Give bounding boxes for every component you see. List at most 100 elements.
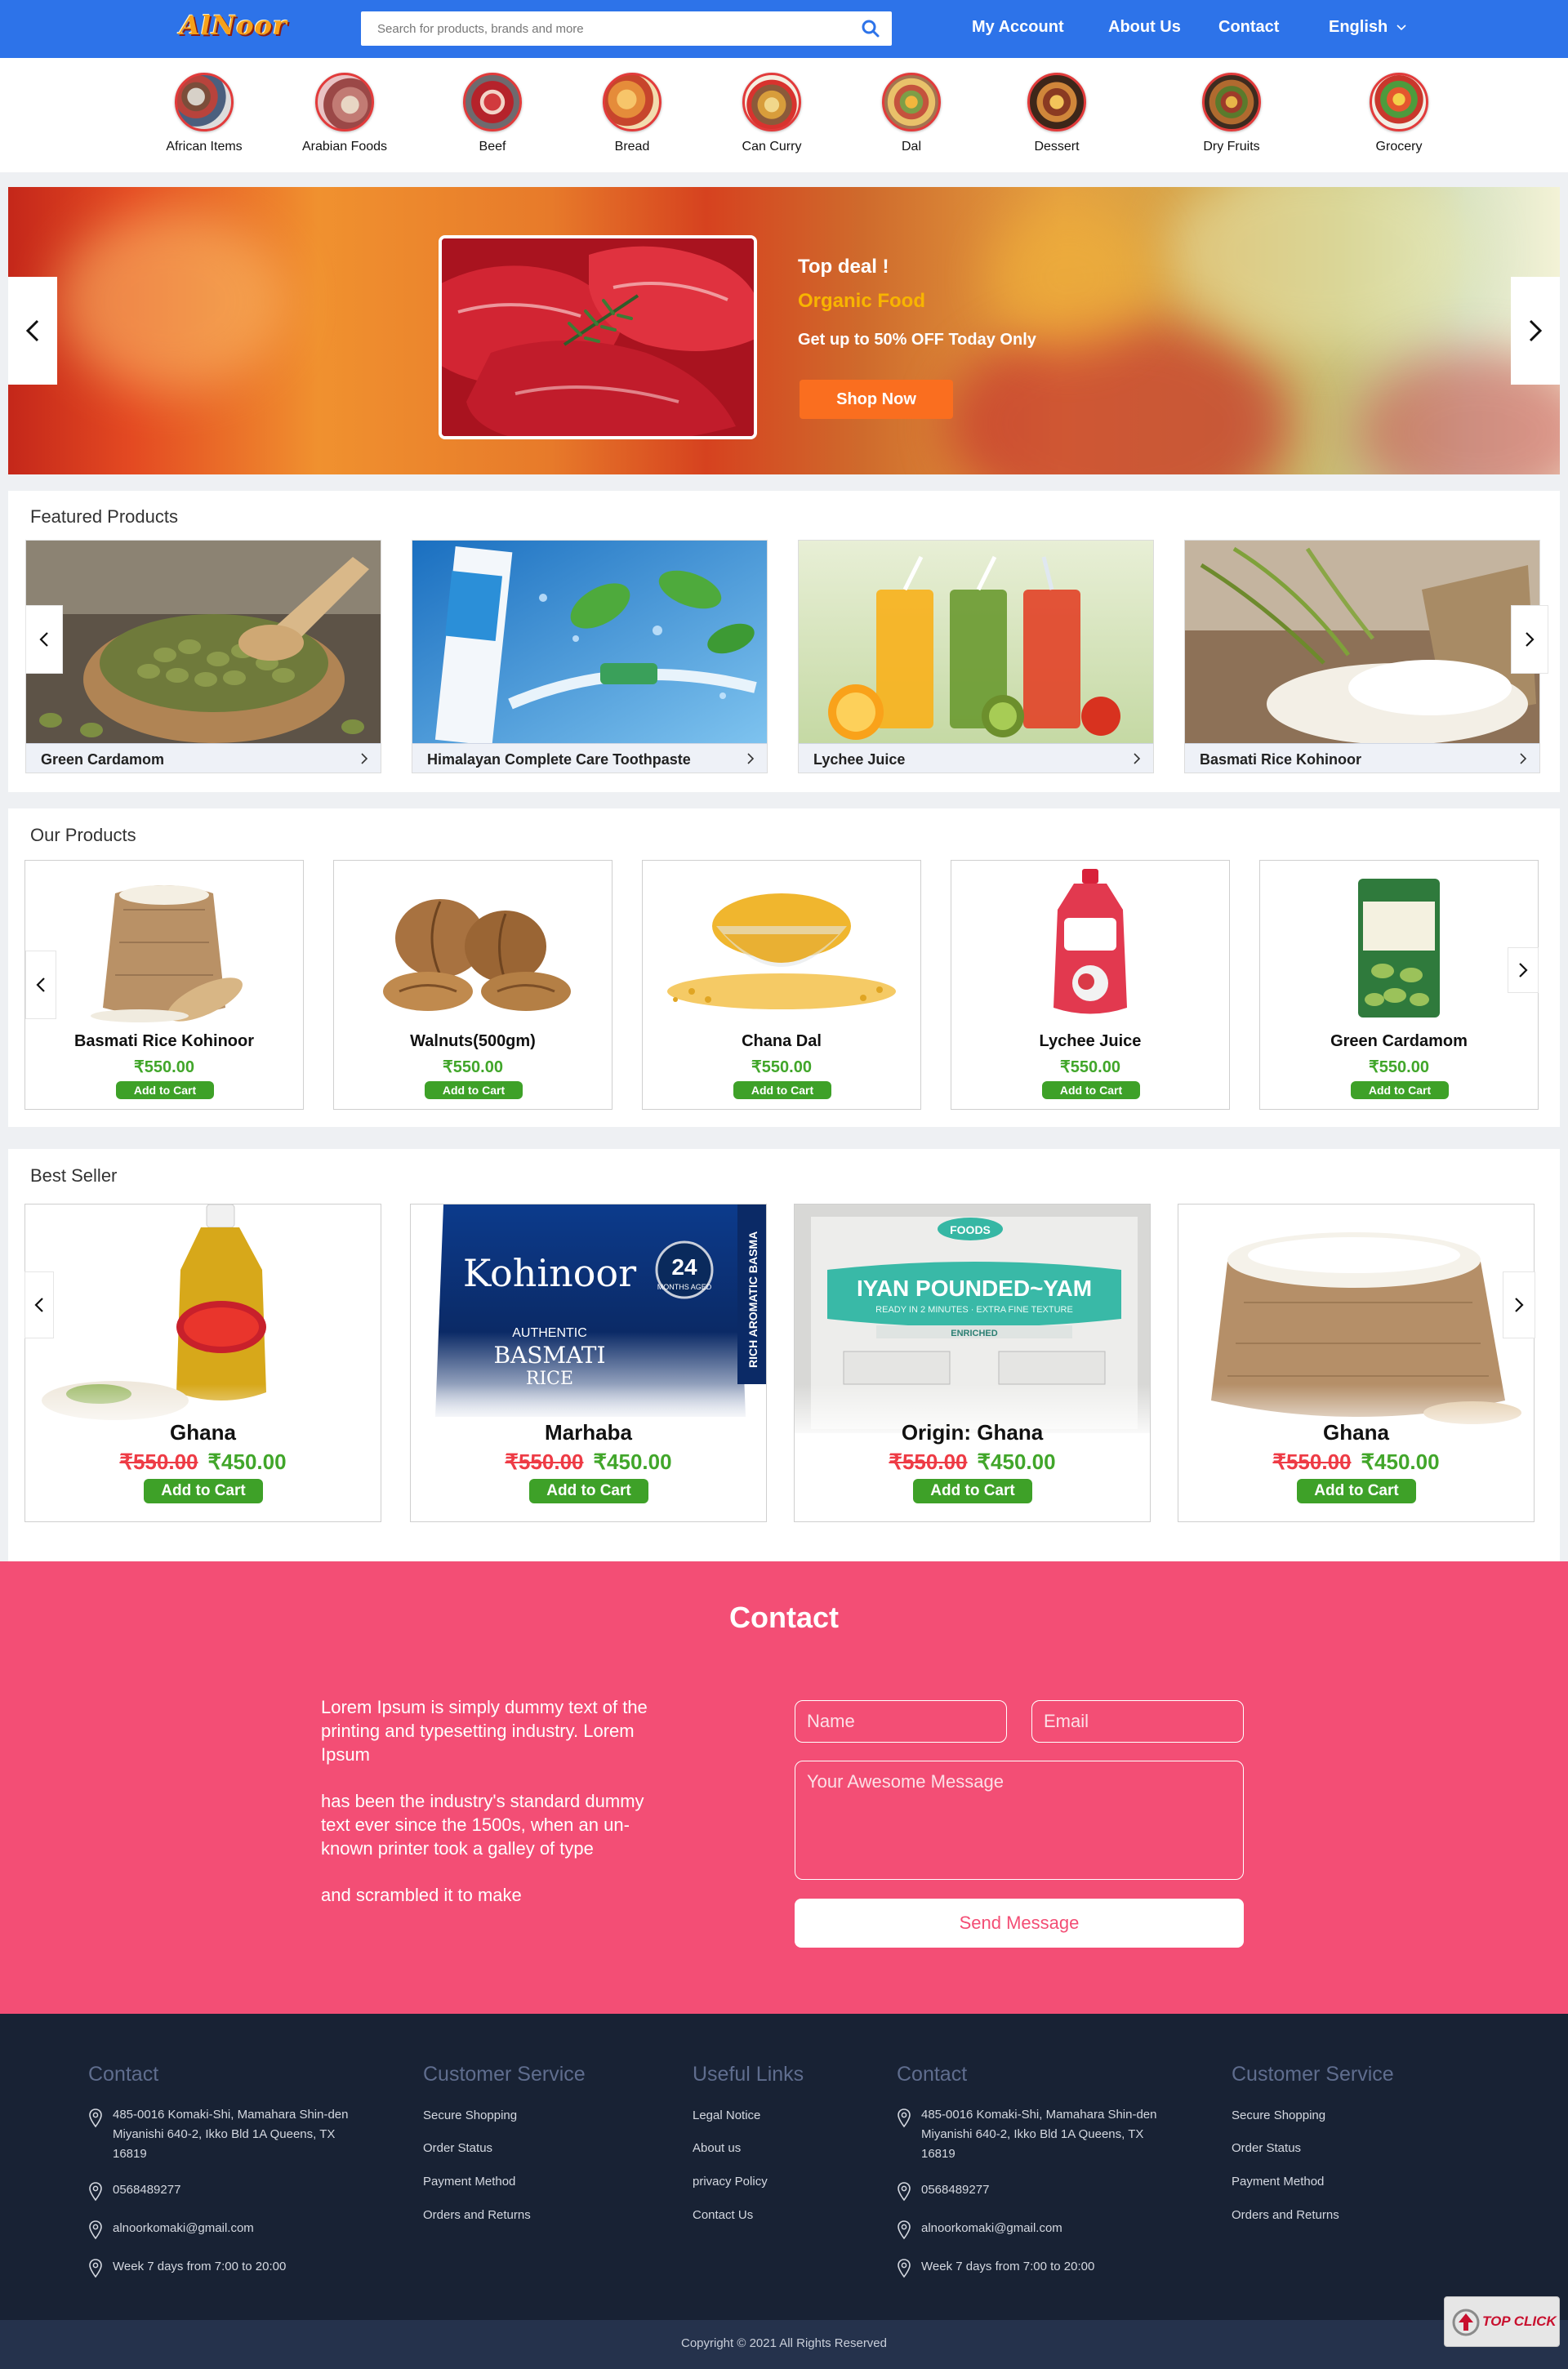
category-image [603, 73, 662, 131]
best-seller-prev-button[interactable] [24, 1271, 54, 1338]
category-can-curry[interactable]: Can Curry [706, 73, 837, 154]
footer-link-order-status[interactable]: Order Status [1232, 2141, 1301, 2155]
hero-subtitle: Organic Food [798, 290, 925, 312]
category-beef[interactable]: Beef [427, 73, 558, 154]
best-seller-card[interactable]: FOODS IYAN POUNDED~YAM READY IN 2 MINUTE… [794, 1204, 1151, 1522]
location-pin-icon [898, 2220, 911, 2240]
add-to-cart-button[interactable]: Add to Cart [913, 1479, 1032, 1503]
best-seller-card[interactable]: Ghana ₹550.00 ₹450.00 Add to Cart [1178, 1204, 1535, 1522]
products-next-button[interactable] [1508, 947, 1539, 993]
footer-phone[interactable]: 0568489277 [113, 2183, 180, 2197]
send-message-button[interactable]: Send Message [795, 1899, 1244, 1948]
category-label: Beef [479, 140, 506, 154]
footer-email[interactable]: alnoorkomaki@gmail.com [113, 2221, 254, 2235]
product-card[interactable]: Lychee Juice ₹550.00 Add to Cart [951, 860, 1230, 1110]
featured-card-title: Himalayan Complete Care Toothpaste [427, 751, 691, 768]
product-name: Walnuts(500gm) [410, 1032, 536, 1050]
best-seller-card[interactable]: Ghana ₹550.00 ₹450.00 Add to Cart [24, 1204, 381, 1522]
product-name: Origin: Ghana [901, 1420, 1044, 1445]
product-price: ₹550.00 [134, 1058, 194, 1076]
nav-about-us[interactable]: About Us [1108, 18, 1181, 37]
category-arabian-foods[interactable]: Arabian Foods [279, 73, 410, 154]
add-to-cart-button[interactable]: Add to Cart [1351, 1081, 1449, 1099]
location-pin-icon [89, 2220, 102, 2240]
location-pin-icon [898, 2182, 911, 2202]
footer-email[interactable]: alnoorkomaki@gmail.com [921, 2221, 1062, 2235]
chevron-left-icon [25, 319, 39, 342]
nav-contact[interactable]: Contact [1218, 18, 1279, 37]
footer-link-legal-notice[interactable]: Legal Notice [693, 2108, 760, 2122]
footer-link-order-status[interactable]: Order Status [423, 2141, 492, 2155]
featured-prev-button[interactable] [25, 605, 63, 674]
nav-my-account[interactable]: My Account [972, 18, 1064, 37]
product-card[interactable]: Walnuts(500gm) ₹550.00 Add to Cart [333, 860, 612, 1110]
add-to-cart-button[interactable]: Add to Cart [1297, 1479, 1416, 1503]
chevron-right-icon [1134, 753, 1141, 764]
category-dal[interactable]: Dal [846, 73, 977, 154]
site-logo[interactable]: AlNoor [180, 10, 343, 47]
add-to-cart-button[interactable]: Add to Cart [529, 1479, 648, 1503]
footer-link-about-us[interactable]: About us [693, 2141, 741, 2155]
footer-address: 485-0016 Komaki-Shi, Mamahara Shin-den M… [921, 2108, 1157, 2161]
product-price: ₹550.00 [1369, 1058, 1429, 1076]
category-dry-fruits[interactable]: Dry Fruits [1166, 73, 1297, 154]
search-input[interactable] [361, 11, 851, 46]
contact-paragraph-3: and scrambled it to make [321, 1885, 522, 1905]
price-row: ₹550.00 ₹450.00 [25, 1449, 381, 1475]
featured-card[interactable]: Himalayan Complete Care Toothpaste [412, 540, 768, 773]
name-field[interactable] [795, 1700, 1007, 1743]
featured-card[interactable]: Lychee Juice [798, 540, 1154, 773]
footer-link-orders-returns[interactable]: Orders and Returns [1232, 2208, 1339, 2222]
beef-steak-illustration [442, 238, 754, 436]
category-grocery[interactable]: Grocery [1334, 73, 1464, 154]
product-card[interactable]: Green Cardamom ₹550.00 Add to Cart [1259, 860, 1539, 1110]
message-field[interactable] [795, 1761, 1244, 1880]
footer-address: 485-0016 Komaki-Shi, Mamahara Shin-den M… [113, 2108, 349, 2161]
pack-line1: AUTHENTIC [512, 1326, 587, 1340]
hero-prev-button[interactable] [8, 277, 57, 385]
category-bread[interactable]: Bread [567, 73, 697, 154]
footer-link-secure-shopping[interactable]: Secure Shopping [1232, 2108, 1325, 2122]
product-card[interactable]: Chana Dal ₹550.00 Add to Cart [642, 860, 921, 1110]
add-to-cart-button[interactable]: Add to Cart [425, 1081, 523, 1099]
category-label: Can Curry [742, 140, 802, 154]
best-seller-card[interactable]: 24 MONTHS AGED Kohinoor AUTHENTIC BASMAT… [410, 1204, 767, 1522]
footer-link-contact-us[interactable]: Contact Us [693, 2208, 753, 2222]
sale-price: ₹450.00 [1361, 1449, 1440, 1474]
category-label: African Items [166, 140, 243, 154]
footer-link-payment-method[interactable]: Payment Method [423, 2175, 515, 2189]
featured-next-button[interactable] [1511, 605, 1548, 674]
hero-banner: Top deal ! Organic Food Get up to 50% OF… [8, 187, 1560, 474]
featured-card[interactable]: Green Cardamom [25, 540, 381, 773]
footer-link-secure-shopping[interactable]: Secure Shopping [423, 2108, 517, 2122]
category-african-items[interactable]: African Items [139, 73, 270, 154]
add-to-cart-button[interactable]: Add to Cart [733, 1081, 831, 1099]
add-to-cart-button[interactable]: Add to Cart [116, 1081, 214, 1099]
featured-card-footer: Green Cardamom [26, 743, 381, 773]
footer-heading-contact: Contact [88, 2063, 159, 2086]
footer-link-payment-method[interactable]: Payment Method [1232, 2175, 1324, 2189]
email-field[interactable] [1031, 1700, 1244, 1743]
footer-phone[interactable]: 0568489277 [921, 2183, 989, 2197]
featured-card-footer: Lychee Juice [799, 743, 1153, 773]
featured-card[interactable]: Basmati Rice Kohinoor [1184, 540, 1540, 773]
products-prev-button[interactable] [25, 951, 56, 1019]
price-row: ₹550.00 ₹450.00 [411, 1449, 766, 1475]
language-selector[interactable]: English [1329, 18, 1407, 37]
add-to-cart-button[interactable]: Add to Cart [1042, 1081, 1140, 1099]
language-label: English [1329, 18, 1388, 36]
product-carousel: Basmati Rice Kohinoor ₹550.00 Add to Car… [24, 860, 1552, 1113]
category-dessert[interactable]: Dessert [991, 73, 1122, 154]
pack-brand: Kohinoor [463, 1251, 636, 1295]
hero-next-button[interactable] [1511, 277, 1560, 385]
shop-now-button[interactable]: Shop Now [800, 380, 953, 419]
footer-link-privacy-policy[interactable]: privacy Policy [693, 2175, 768, 2189]
add-to-cart-button[interactable]: Add to Cart [144, 1479, 263, 1503]
search-icon[interactable] [861, 19, 880, 38]
best-seller-next-button[interactable] [1503, 1271, 1535, 1338]
footer-hours: Week 7 days from 7:00 to 20:00 [113, 2260, 287, 2273]
footer-link-orders-returns[interactable]: Orders and Returns [423, 2208, 531, 2222]
product-card[interactable]: Basmati Rice Kohinoor ₹550.00 Add to Car… [24, 860, 304, 1110]
footer: Contact 485-0016 Komaki-Shi, Mamahara Sh… [0, 2014, 1568, 2320]
back-to-top-button[interactable]: TOP CLICK [1444, 2296, 1560, 2347]
